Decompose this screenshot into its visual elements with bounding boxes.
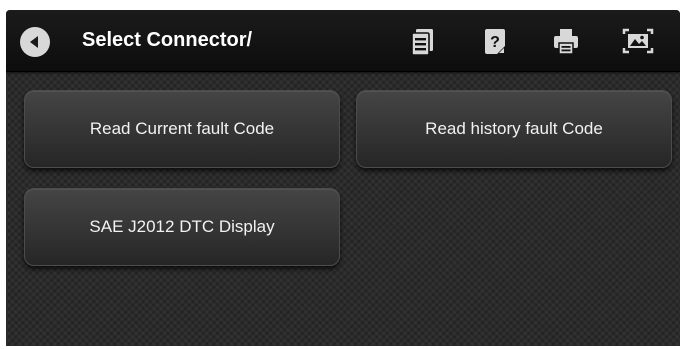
report-icon bbox=[411, 29, 433, 56]
read-current-fault-code-label: Read Current fault Code bbox=[89, 119, 275, 138]
read-history-fault-code-label: Read history fault Code bbox=[425, 119, 603, 138]
sae-j2012-dtc-display-button[interactable]: SAE J2012 DTC Display bbox=[24, 188, 340, 266]
app-screen: Select Connector/ ? Read Current fault C… bbox=[6, 10, 680, 346]
header-bar: Select Connector/ ? bbox=[6, 10, 680, 72]
screenshot-button[interactable] bbox=[621, 24, 655, 58]
read-history-fault-code-button[interactable]: Read history fault Code bbox=[356, 90, 672, 168]
page-title: Select Connector/ bbox=[82, 29, 253, 51]
print-button[interactable] bbox=[549, 24, 583, 58]
read-current-fault-code-button[interactable]: Read Current fault Code bbox=[24, 90, 340, 168]
print-icon bbox=[554, 29, 578, 55]
report-button[interactable] bbox=[406, 24, 440, 58]
screenshot-icon bbox=[622, 28, 654, 54]
back-button[interactable] bbox=[20, 27, 50, 57]
sae-j2012-dtc-display-label: SAE J2012 DTC Display bbox=[89, 217, 275, 236]
help-button[interactable]: ? bbox=[478, 24, 512, 58]
svg-text:?: ? bbox=[490, 34, 500, 51]
back-icon bbox=[30, 36, 38, 48]
help-icon: ? bbox=[485, 29, 505, 54]
